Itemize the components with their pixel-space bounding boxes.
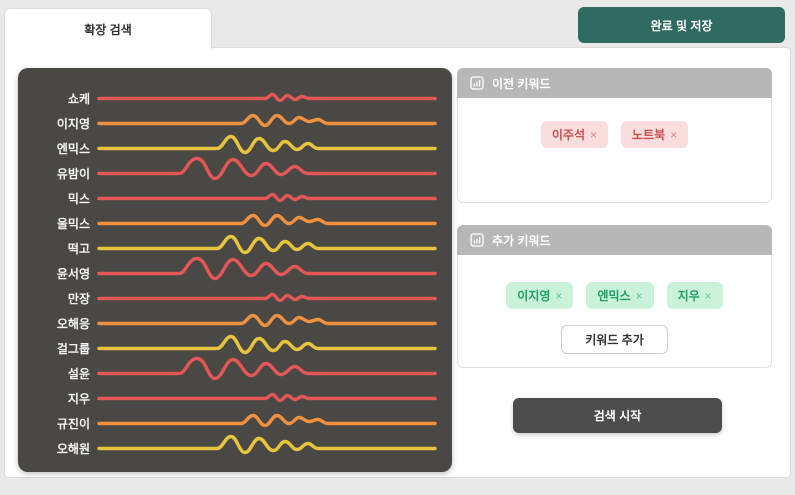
additional-keywords-body: 이지영 × 엔믹스 × 지우 × 키워드 추가 xyxy=(457,255,772,368)
sparkline xyxy=(99,361,435,386)
bar-chart-icon xyxy=(470,76,484,90)
keyword-tag-label: 지우 xyxy=(678,287,700,304)
keyword-tag[interactable]: 노트북 × xyxy=(621,121,688,148)
tab-extended-search[interactable]: 확장 검색 xyxy=(4,8,212,49)
row-label: 떡고 xyxy=(24,240,90,257)
panel-title: 추가 키워드 xyxy=(492,232,551,249)
sparkline-row: 만장 xyxy=(24,286,452,311)
row-label: 지우 xyxy=(24,390,90,407)
sparkline-row: 울믹스 xyxy=(24,211,452,236)
sparkline-row: 엔믹스 xyxy=(24,136,452,161)
sparkline-row: 오해응 xyxy=(24,311,452,336)
row-label: 만장 xyxy=(24,290,90,307)
previous-keyword-tags: 이주석 × 노트북 × xyxy=(458,98,771,148)
sparkline xyxy=(99,136,435,161)
sparkline-row: 설윤 xyxy=(24,361,452,386)
add-keyword-button[interactable]: 키워드 추가 xyxy=(561,325,668,354)
row-label: 설윤 xyxy=(24,365,90,382)
keyword-tag[interactable]: 지우 × xyxy=(667,282,723,309)
additional-keywords-panel: 추가 키워드 이지영 × 엔믹스 × 지우 × 키워드 추가 xyxy=(457,225,772,368)
row-label: 윤서영 xyxy=(24,265,90,282)
sparkline-row: 쇼케 xyxy=(24,86,452,111)
sparkline xyxy=(99,311,435,336)
previous-keywords-body: 이주석 × 노트북 × xyxy=(457,98,772,203)
sparkline xyxy=(99,386,435,411)
panel-title: 이전 키워드 xyxy=(492,75,551,92)
row-label: 규진이 xyxy=(24,415,90,432)
sparkline xyxy=(99,411,435,436)
remove-tag-icon[interactable]: × xyxy=(705,289,712,303)
row-label: 쇼케 xyxy=(24,90,90,107)
remove-tag-icon[interactable]: × xyxy=(670,128,677,142)
sparkline-row: 믹스 xyxy=(24,186,452,211)
row-label: 울믹스 xyxy=(24,215,90,232)
sparkline xyxy=(99,436,435,461)
sparkline xyxy=(99,86,435,111)
sparkline xyxy=(99,186,435,211)
remove-tag-icon[interactable]: × xyxy=(590,128,597,142)
keyword-tag[interactable]: 이지영 × xyxy=(506,282,573,309)
sparkline-row: 걸그룹 xyxy=(24,336,452,361)
sparkline xyxy=(99,211,435,236)
sparkline xyxy=(99,161,435,186)
row-label: 엔믹스 xyxy=(24,140,90,157)
row-label: 이지영 xyxy=(24,115,90,132)
sparkline xyxy=(99,336,435,361)
sparkline xyxy=(99,286,435,311)
sparkline xyxy=(99,261,435,286)
row-label: 오해원 xyxy=(24,440,90,457)
sparkline xyxy=(99,111,435,136)
sparkline-panel: 쇼케 이지영 엔믹스 유밤이 믹스 xyxy=(18,68,452,472)
keyword-tag-label: 이주석 xyxy=(552,126,585,143)
keyword-tag-label: 엔믹스 xyxy=(597,287,630,304)
start-search-button[interactable]: 검색 시작 xyxy=(513,398,722,433)
remove-tag-icon[interactable]: × xyxy=(636,289,643,303)
sparkline-row: 오해원 xyxy=(24,436,452,461)
save-button[interactable]: 완료 및 저장 xyxy=(578,7,785,43)
row-label: 걸그룹 xyxy=(24,340,90,357)
keyword-tag-label: 이지영 xyxy=(517,287,550,304)
row-label: 믹스 xyxy=(24,190,90,207)
sparkline-row: 유밤이 xyxy=(24,161,452,186)
sparkline-row: 떡고 xyxy=(24,236,452,261)
sparkline xyxy=(99,236,435,261)
keyword-tag[interactable]: 엔믹스 × xyxy=(586,282,653,309)
sparkline-row: 지우 xyxy=(24,386,452,411)
row-label: 유밤이 xyxy=(24,165,90,182)
remove-tag-icon[interactable]: × xyxy=(555,289,562,303)
previous-keywords-header: 이전 키워드 xyxy=(457,68,772,98)
keyword-tag-label: 노트북 xyxy=(632,126,665,143)
previous-keywords-panel: 이전 키워드 이주석 × 노트북 × xyxy=(457,68,772,203)
sparkline-row: 윤서영 xyxy=(24,261,452,286)
tab-label: 확장 검색 xyxy=(84,21,132,38)
bar-chart-icon xyxy=(470,233,484,247)
row-label: 오해응 xyxy=(24,315,90,332)
additional-keywords-header: 추가 키워드 xyxy=(457,225,772,255)
keyword-tag[interactable]: 이주석 × xyxy=(541,121,608,148)
additional-keyword-tags: 이지영 × 엔믹스 × 지우 × xyxy=(458,255,771,309)
sparkline-row: 규진이 xyxy=(24,411,452,436)
sparkline-rows: 쇼케 이지영 엔믹스 유밤이 믹스 xyxy=(24,86,452,461)
sparkline-row: 이지영 xyxy=(24,111,452,136)
